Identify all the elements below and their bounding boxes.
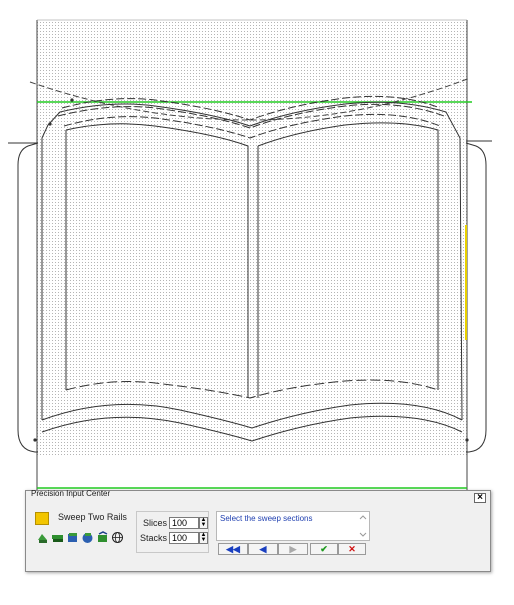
previous-step-button[interactable]: ◀ — [248, 543, 278, 555]
prompt-text: Select the sweep sections — [220, 514, 313, 523]
accept-button[interactable]: ✔ — [310, 543, 338, 555]
control-point[interactable] — [465, 438, 469, 442]
cancel-button[interactable]: ✕ — [338, 543, 366, 555]
control-point[interactable] — [70, 98, 74, 102]
stacks-stepper[interactable]: ▲ ▼ — [199, 532, 208, 544]
command-name: Sweep Two Rails — [58, 512, 127, 522]
layers-green-icon[interactable] — [51, 531, 64, 544]
cube-green-icon[interactable] — [36, 531, 49, 544]
slices-label: Slices — [142, 518, 167, 528]
stacks-field[interactable]: 100 — [169, 532, 199, 544]
box-blue-icon[interactable] — [66, 531, 79, 544]
snap-icon[interactable] — [96, 531, 109, 544]
stacks-label: Stacks — [139, 533, 167, 543]
next-step-button[interactable]: ▶ — [278, 543, 308, 555]
parameters-group: Slices 100 ▲ ▼ Stacks 100 ▲ ▼ — [136, 511, 209, 553]
globe-icon[interactable] — [111, 531, 124, 544]
close-button[interactable]: × — [474, 493, 486, 503]
slices-stepper[interactable]: ▲ ▼ — [199, 517, 208, 529]
sphere-blue-icon[interactable] — [81, 531, 94, 544]
precision-input-center-panel: Precision Input Center × Sweep Two Rails… — [25, 489, 491, 572]
prompt-scrollbar[interactable] — [359, 514, 367, 538]
command-color-swatch — [35, 512, 49, 525]
control-point[interactable] — [48, 122, 52, 126]
panel-title: Precision Input Center — [31, 489, 111, 498]
slices-field[interactable]: 100 — [169, 517, 199, 529]
control-point[interactable] — [33, 438, 37, 442]
prompt-box: Select the sweep sections — [216, 511, 370, 541]
grid-region — [36, 19, 468, 490]
first-step-button[interactable]: ◀◀ — [218, 543, 248, 555]
